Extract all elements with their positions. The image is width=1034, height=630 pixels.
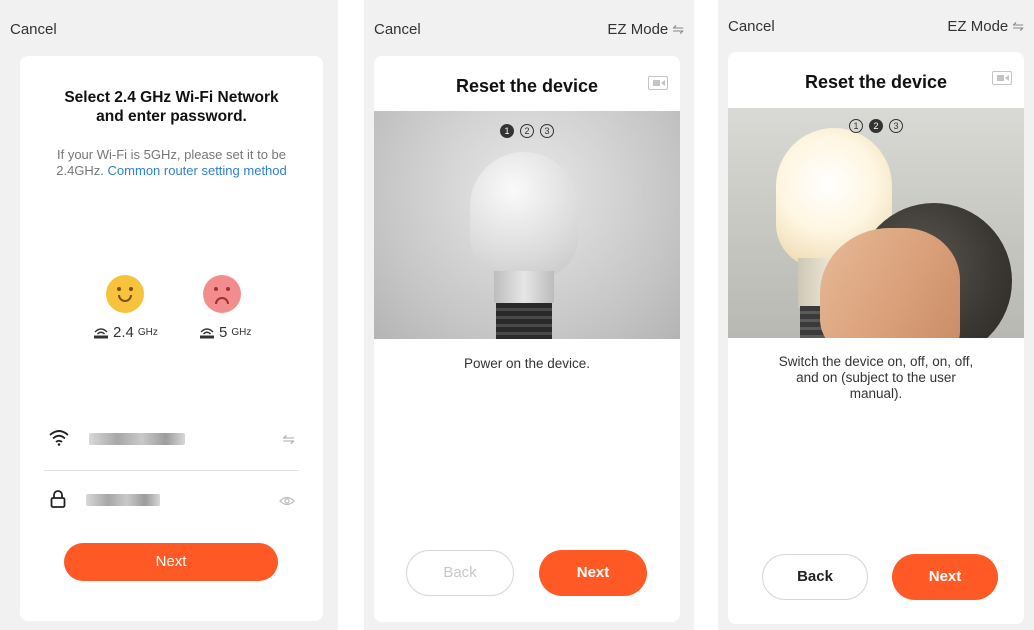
smile-icon xyxy=(106,275,144,313)
bulb-image xyxy=(470,152,578,278)
band-value: 2.4 xyxy=(113,324,134,341)
router-icon xyxy=(200,327,214,338)
band-value: 5 xyxy=(219,324,228,341)
band-5ghz: 5 GHz xyxy=(199,324,251,341)
ez-mode-label: EZ Mode xyxy=(947,18,1009,35)
next-button[interactable]: Next xyxy=(64,543,278,581)
step-2: 2 xyxy=(520,124,534,138)
reset-step2-screen: Cancel EZ Mode ⇋ Reset the device 1 2 3 S… xyxy=(718,0,1034,630)
router-icon xyxy=(94,327,108,338)
step-1: 1 xyxy=(849,119,863,133)
reset-card: Reset the device 1 2 3 Switch the device… xyxy=(728,52,1024,624)
video-icon[interactable] xyxy=(992,71,1012,85)
band-2-4ghz: 2.4 GHz xyxy=(93,324,158,341)
top-bar: Cancel xyxy=(0,0,338,56)
cancel-button[interactable]: Cancel xyxy=(728,18,775,35)
switch-network-icon[interactable]: ⇋ xyxy=(282,430,295,448)
back-button[interactable]: Back xyxy=(406,550,514,596)
cancel-button[interactable]: Cancel xyxy=(374,21,421,38)
wifi-name-value xyxy=(89,433,185,445)
reset-card: Reset the device 1 2 3 Power on the devi… xyxy=(374,56,680,622)
device-photo: 1 2 3 xyxy=(728,108,1024,338)
reset-step1-screen: Cancel EZ Mode ⇋ Reset the device 1 2 3 P… xyxy=(364,0,694,630)
wifi-name-field[interactable]: ⇋ xyxy=(44,419,299,459)
step-1: 1 xyxy=(500,124,514,138)
router-setting-link[interactable]: Common router setting method xyxy=(108,163,287,178)
wifi-setup-screen: Cancel Select 2.4 GHz Wi-Fi Network and … xyxy=(0,0,338,630)
top-bar: Cancel EZ Mode ⇋ xyxy=(364,0,694,56)
video-icon[interactable] xyxy=(648,76,668,90)
bulb-neck xyxy=(494,271,554,303)
step-3: 3 xyxy=(540,124,554,138)
page-title: Reset the device xyxy=(804,72,948,92)
device-photo: 1 2 3 xyxy=(374,111,680,339)
step-2: 2 xyxy=(869,119,883,133)
step-caption: Switch the device on, off, on, off, and … xyxy=(778,354,974,401)
wifi-card: Select 2.4 GHz Wi-Fi Network and enter p… xyxy=(20,56,323,621)
next-button[interactable]: Next xyxy=(539,550,647,596)
band-unit: GHz xyxy=(231,327,252,338)
back-button[interactable]: Back xyxy=(762,554,868,600)
frown-icon xyxy=(203,275,241,313)
step-caption: Power on the device. xyxy=(463,356,591,371)
ez-mode-switch[interactable]: EZ Mode ⇋ xyxy=(947,18,1024,35)
page-title: Reset the device xyxy=(455,76,599,96)
switch-mode-icon: ⇋ xyxy=(1012,18,1024,34)
switch-mode-icon: ⇋ xyxy=(672,21,684,37)
cancel-button[interactable]: Cancel xyxy=(10,21,57,38)
step-indicator: 1 2 3 xyxy=(374,124,680,138)
ez-mode-switch[interactable]: EZ Mode ⇋ xyxy=(607,21,684,38)
step-indicator: 1 2 3 xyxy=(728,119,1024,133)
lock-icon xyxy=(50,490,66,508)
ez-mode-label: EZ Mode xyxy=(607,21,669,38)
step-3: 3 xyxy=(889,119,903,133)
page-title: Select 2.4 GHz Wi-Fi Network and enter p… xyxy=(64,89,279,125)
top-bar: Cancel EZ Mode ⇋ xyxy=(718,0,1034,56)
wifi-icon xyxy=(49,430,69,446)
next-button[interactable]: Next xyxy=(892,554,998,600)
wifi-password-value xyxy=(86,494,160,506)
wifi-hint: If your Wi-Fi is 5GHz, please set it to … xyxy=(54,147,289,179)
bulb-base xyxy=(496,303,552,339)
field-divider xyxy=(44,470,299,471)
wifi-password-field[interactable] xyxy=(44,480,299,520)
eye-icon[interactable] xyxy=(279,496,295,506)
band-unit: GHz xyxy=(137,327,158,338)
